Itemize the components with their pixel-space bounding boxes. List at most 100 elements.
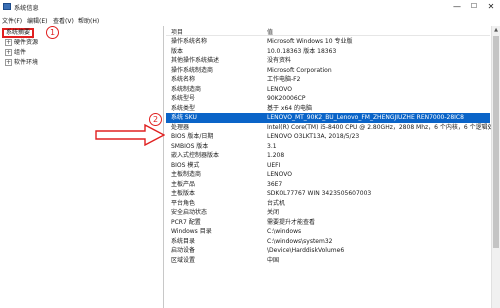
row-value: LENOVO (267, 171, 292, 178)
row-item-label: 操作系统制造商 (171, 66, 214, 74)
row-item-label: 其他操作系统描述 (171, 57, 220, 64)
table-row[interactable]: Windows 目录 C:\windows (166, 227, 490, 237)
row-item-label: 主板制造商 (171, 171, 202, 178)
row-value: UEFI (267, 161, 281, 169)
maximize-button[interactable]: ☐ (466, 0, 482, 14)
row-value: 需要提升才能查看 (267, 218, 316, 226)
column-item[interactable]: 项目 (171, 27, 183, 36)
expand-icon[interactable]: + (5, 49, 12, 56)
row-item-label: BIOS 模式 (171, 161, 200, 169)
row-item-label: SMBIOS 版本 (171, 142, 209, 150)
scroll-thumb[interactable] (493, 36, 499, 248)
menu-bar: 文件(F) 编辑(E) 查看(V) 帮助(H) (0, 14, 500, 25)
table-row[interactable]: 处理器 Intel(R) Core(TM) i5-8400 CPU @ 2.80G… (166, 123, 494, 133)
column-value[interactable]: 值 (267, 27, 273, 36)
tree-item-label: 硬件资源 (14, 39, 39, 46)
row-item-label: 安全启动状态 (171, 209, 208, 216)
column-header: 项目 值 (166, 26, 490, 36)
table-row-selected[interactable]: 系统 SKU LENOVO_MT_90K2_BU_Lenovo_FM_ZHENGJ… (166, 113, 490, 123)
row-item-label: 版本 (171, 47, 184, 55)
row-value: 关闭 (267, 209, 280, 216)
tree-item-components[interactable]: + 组件 (5, 48, 26, 57)
row-item-label: 系统制造商 (171, 85, 202, 93)
table-row[interactable]: BIOS 模式 UEFI (166, 161, 490, 171)
tree-item-software[interactable]: + 软件环境 (5, 58, 38, 67)
table-row[interactable]: PCR7 配置 需要提升才能查看 (166, 218, 490, 228)
expand-icon[interactable]: + (5, 59, 12, 66)
table-row[interactable]: 启动设备 \Device\HarddiskVolume6 (166, 246, 490, 256)
expand-icon[interactable]: + (5, 39, 12, 46)
row-value: \Device\HarddiskVolume6 (267, 247, 345, 254)
row-item-label: 操作系统名称 (171, 38, 208, 45)
table-row[interactable]: BIOS 版本/日期 LENOVO O3LKT13A, 2018/5/23 (166, 132, 490, 142)
row-item-label: 嵌入式控制器版本 (171, 152, 220, 159)
menu-help[interactable]: 帮助(H) (78, 16, 99, 25)
table-row[interactable]: 操作系统名称 Microsoft Windows 10 专业版 (166, 37, 490, 47)
table-row[interactable]: 区域设置 中国 (166, 256, 490, 266)
row-value: C:\windows (267, 228, 302, 235)
row-value: Intel(R) Core(TM) i5-8400 CPU @ 2.80GHz，… (267, 123, 494, 131)
row-value: 工作电脑-F2 (267, 76, 301, 83)
table-row[interactable]: SMBIOS 版本 3.1 (166, 142, 490, 152)
annotation-badge-1: 1 (46, 26, 59, 39)
table-row[interactable]: 系统型号 90K20006CP (166, 94, 490, 104)
row-item-label: Windows 目录 (171, 228, 212, 235)
table-row[interactable]: 安全启动状态 关闭 (166, 208, 490, 218)
row-item-label: 系统名称 (171, 76, 196, 83)
table-row[interactable]: 系统目录 C:\windows\system32 (166, 237, 490, 247)
table-row[interactable]: 主板版本 SDK0L77767 WIN 3423505607003 (166, 189, 490, 199)
row-value: LENOVO_MT_90K2_BU_Lenovo_FM_ZHENGJIUZHE … (267, 114, 464, 121)
table-row[interactable]: 其他操作系统描述 没有资料 (166, 56, 490, 66)
row-item-label: 主板产品 (171, 180, 196, 188)
table-row[interactable]: 版本 10.0.18363 版本 18363 (166, 47, 490, 57)
menu-file[interactable]: 文件(F) (2, 16, 22, 25)
table-row[interactable]: 主板产品 36E7 (166, 180, 490, 190)
table-row[interactable]: 系统制造商 LENOVO (166, 85, 490, 95)
row-item-label: BIOS 版本/日期 (171, 133, 214, 140)
table-row[interactable]: 平台角色 台式机 (166, 199, 490, 209)
tree-item-hardware[interactable]: + 硬件资源 (5, 38, 38, 47)
system-info-app-icon (3, 3, 11, 10)
table-row[interactable]: 系统类型 基于 x64 的电脑 (166, 104, 490, 114)
row-item-label: 处理器 (171, 123, 190, 131)
details-pane: 项目 值 操作系统名称 Microsoft Windows 10 专业版版本 10.… (166, 26, 500, 308)
minimize-button[interactable]: — (449, 0, 465, 14)
row-value: Microsoft Windows 10 专业版 (267, 38, 353, 45)
close-button[interactable]: ✕ (483, 0, 499, 14)
scroll-up-icon[interactable]: ▲ (492, 26, 500, 35)
row-item-label: 系统型号 (171, 95, 196, 102)
tree-item-label: 软件环境 (14, 59, 39, 66)
row-item-label: 系统类型 (171, 104, 196, 112)
table-row[interactable]: 嵌入式控制器版本 1.208 (166, 151, 490, 161)
table-row[interactable]: 操作系统制造商 Microsoft Corporation (166, 66, 490, 76)
title-bar: 系统信息 — ☐ ✕ (0, 0, 500, 14)
row-value: LENOVO (267, 85, 292, 93)
row-item-label: 区域设置 (171, 256, 196, 264)
row-value: 1.208 (267, 152, 285, 159)
row-value: 没有资料 (267, 57, 292, 64)
row-item-label: 系统 SKU (171, 114, 197, 121)
row-value: 3.1 (267, 142, 277, 150)
table-row[interactable]: 主板制造商 LENOVO (166, 170, 490, 180)
row-item-label: PCR7 配置 (171, 218, 201, 226)
window-title: 系统信息 (14, 5, 39, 12)
row-item-label: 平台角色 (171, 199, 196, 207)
menu-view[interactable]: 查看(V) (53, 16, 74, 25)
tree-pane: 系统摘要 + 硬件资源 + 组件 + 软件环境 (0, 26, 164, 308)
menu-edit[interactable]: 编辑(E) (27, 16, 47, 25)
row-value: SDK0L77767 WIN 3423505607003 (267, 190, 372, 197)
tree-item-system-summary[interactable]: 系统摘要 (2, 28, 35, 38)
row-value: 中国 (267, 256, 280, 264)
annotation-arrow (95, 124, 165, 146)
row-value: Microsoft Corporation (267, 66, 332, 74)
row-value: 基于 x64 的电脑 (267, 104, 313, 112)
row-value: LENOVO O3LKT13A, 2018/5/23 (267, 133, 360, 140)
row-value: 台式机 (267, 199, 286, 207)
table-row[interactable]: 系统名称 工作电脑-F2 (166, 75, 490, 85)
row-value: 10.0.18363 版本 18363 (267, 47, 337, 55)
vertical-scrollbar[interactable]: ▲ (491, 26, 500, 308)
row-value: C:\windows\system32 (267, 237, 333, 245)
row-item-label: 系统目录 (171, 237, 196, 245)
row-value: 90K20006CP (267, 95, 306, 102)
tree-item-label: 组件 (14, 49, 27, 56)
